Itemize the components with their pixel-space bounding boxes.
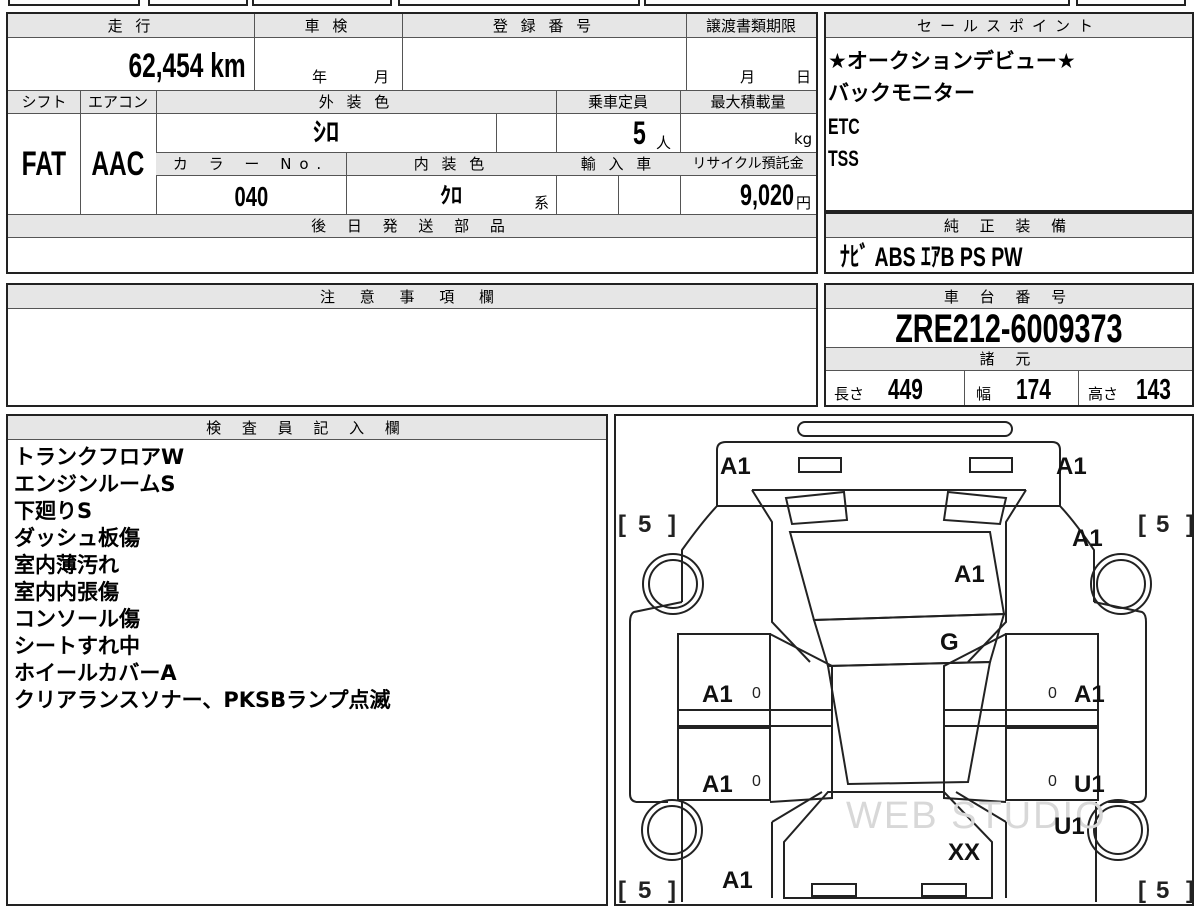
standard-equipment-box: 純 正 装 備 ﾅﾋﾞ ABS ｴｱB PS PW xyxy=(824,212,1194,274)
mark-roof: G xyxy=(940,629,959,656)
tire-rear-left: 5 xyxy=(638,511,651,538)
chassis-number: ZRE212-6009373 xyxy=(895,307,1123,351)
mark-trunk: A1 xyxy=(954,561,985,588)
max-load-unit: kg xyxy=(794,130,813,148)
standard-equipment-header: 純 正 装 備 xyxy=(943,217,1075,235)
door-mark-fr: 0 xyxy=(1048,773,1057,790)
import-label: 輸 入 車 xyxy=(580,155,656,173)
transfer-day: 日 xyxy=(796,68,812,86)
inspector-line-2: エンジンルームS xyxy=(14,472,176,496)
inspector-line-9: ホイールカバーA xyxy=(14,661,177,685)
mark-rear-left: A1 xyxy=(720,453,751,480)
mark-front-fender-left: A1 xyxy=(722,867,753,894)
max-load-label: 最大積載量 xyxy=(710,93,786,111)
inspector-line-6: 室内内張傷 xyxy=(14,580,119,604)
width-label: 幅 xyxy=(976,385,992,403)
notes-box: 注 意 事 項 欄 xyxy=(6,283,818,407)
shaken-year: 年 xyxy=(312,68,328,86)
sales-line-4: TSS xyxy=(828,146,859,171)
height-value: 143 xyxy=(1136,374,1171,406)
interior-color-value: ｸﾛ xyxy=(439,184,462,209)
chassis-box: 車 台 番 号 ZRE212-6009373 諸 元 長さ 449 幅 174 … xyxy=(824,283,1194,407)
length-value: 449 xyxy=(888,374,923,406)
exterior-color-label: 外 装 色 xyxy=(318,93,394,111)
shift-value: FAT xyxy=(21,145,67,183)
specs-header: 諸 元 xyxy=(979,350,1039,368)
height-label: 高さ xyxy=(1088,385,1119,403)
inspector-line-3: 下廻りS xyxy=(14,499,93,523)
top-strip xyxy=(0,0,1200,8)
damage-diagram-box: WEB STUDIO [] 5 [] 5 [] 5 [] 5 0 0 0 0 A… xyxy=(614,414,1194,906)
later-parts-label: 後 日 発 送 部 品 xyxy=(311,217,513,235)
inspector-line-10: クリアランスソナー、PKSBランプ点滅 xyxy=(14,688,391,712)
door-mark-rr: 0 xyxy=(1048,685,1057,702)
mark-rear-right: A1 xyxy=(1056,453,1087,480)
inspector-header: 検 査 員 記 入 欄 xyxy=(206,419,408,437)
inspector-line-8: シートすれ中 xyxy=(14,634,140,658)
mark-hood: XX xyxy=(948,839,980,866)
color-number-value: 040 xyxy=(234,181,268,212)
shift-label: シフト xyxy=(21,93,67,111)
color-number-label: カ ラ ー No. xyxy=(172,155,330,173)
shaken-label: 車 検 xyxy=(304,17,352,35)
capacity-unit: 人 xyxy=(656,134,672,152)
mileage-value: 62,454 km xyxy=(128,47,246,85)
mileage-label: 走 行 xyxy=(107,17,155,35)
capacity-value: 5 xyxy=(633,115,646,151)
sales-point-header: セールスポイント xyxy=(916,17,1101,35)
mark-front-door-left: A1 xyxy=(702,771,733,798)
transfer-deadline-label: 譲渡書類期限 xyxy=(705,17,796,35)
inspector-line-7: コンソール傷 xyxy=(14,607,140,631)
recycle-unit: 円 xyxy=(796,194,812,212)
inspector-line-1: トランクフロアW xyxy=(14,445,185,469)
chassis-header: 車 台 番 号 xyxy=(943,288,1075,306)
svg-text:]: ] xyxy=(1186,511,1192,538)
inspector-line-4: ダッシュ板傷 xyxy=(14,526,140,550)
capacity-label: 乗車定員 xyxy=(587,93,648,111)
door-mark-rl: 0 xyxy=(752,685,761,702)
aircon-label: エアコン xyxy=(87,93,148,111)
mark-rear-door-right: A1 xyxy=(1074,681,1105,708)
mark-rear-door-left: A1 xyxy=(702,681,733,708)
tire-rear-right: 5 xyxy=(1156,511,1169,538)
width-value: 174 xyxy=(1016,374,1051,406)
notes-header: 注 意 事 項 欄 xyxy=(319,288,505,306)
mark-rear-quarter-right: A1 xyxy=(1072,525,1103,552)
vehicle-info-table: 走 行 車 検 登 録 番 号 譲渡書類期限 62,454 km 年 月 月 日… xyxy=(6,12,818,274)
recycle-deposit-value: 9,020 xyxy=(739,179,794,212)
interior-color-suffix: 系 xyxy=(534,194,550,212)
svg-text:[: [ xyxy=(618,511,626,538)
length-label: 長さ xyxy=(834,385,865,403)
door-mark-fl: 0 xyxy=(752,773,761,790)
interior-color-label: 内 装 色 xyxy=(413,155,489,173)
sales-line-1: ★オークションデビュー★ xyxy=(828,49,1076,73)
svg-text:]: ] xyxy=(668,511,676,538)
svg-text:[: [ xyxy=(1138,511,1146,538)
inspector-line-5: 室内薄汚れ xyxy=(14,553,119,577)
exterior-color-value: ｼﾛ xyxy=(312,118,339,148)
aircon-value: AAC xyxy=(91,145,145,183)
car-diagram: WEB STUDIO [] 5 [] 5 [] 5 [] 5 0 0 0 0 A… xyxy=(618,421,1192,904)
sales-line-2: バックモニター xyxy=(828,81,975,105)
registration-number-label: 登 録 番 号 xyxy=(492,17,596,35)
standard-equipment-value: ﾅﾋﾞ ABS ｴｱB PS PW xyxy=(840,242,1023,272)
inspector-box: 検 査 員 記 入 欄 トランクフロアW エンジンルームS 下廻りS ダッシュ板… xyxy=(6,414,608,906)
shaken-month: 月 xyxy=(374,68,390,86)
mark-front-fender-right: U1 xyxy=(1054,813,1085,840)
sales-line-3: ETC xyxy=(828,114,860,139)
transfer-month: 月 xyxy=(740,68,756,86)
recycle-deposit-label: リサイクル預託金 xyxy=(692,156,804,172)
sales-point-box: セールスポイント ★オークションデビュー★ バックモニター ETC TSS xyxy=(824,12,1194,212)
mark-front-door-right: U1 xyxy=(1074,771,1105,798)
